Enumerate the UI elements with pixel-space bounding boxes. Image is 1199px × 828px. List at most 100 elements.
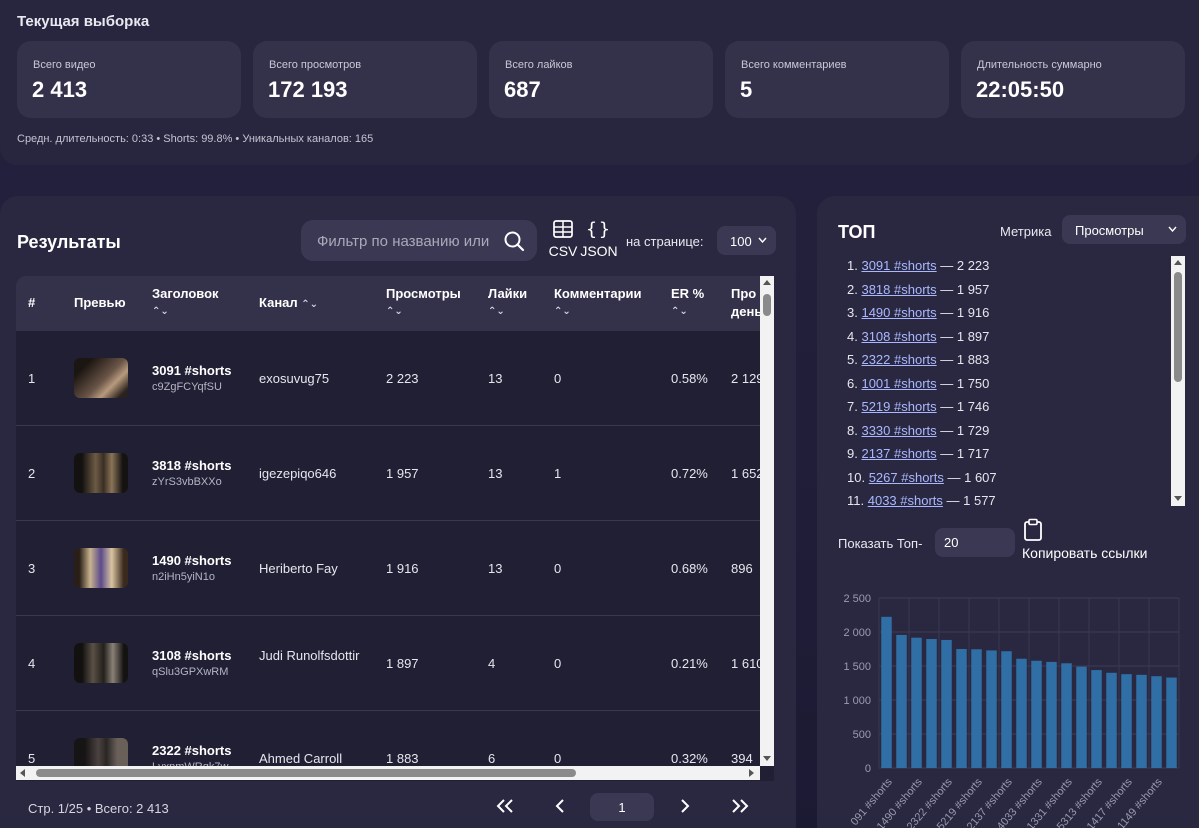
chart-bar[interactable] bbox=[1106, 672, 1117, 768]
y-tick-label: 500 bbox=[853, 729, 871, 741]
top-video-link[interactable]: 1001 #shorts bbox=[861, 376, 936, 391]
comments-value: 0 bbox=[554, 751, 562, 766]
top-list-item: 8. 3330 #shorts — 1 729 bbox=[847, 423, 989, 438]
sort-icon: ⌃⌄ bbox=[554, 306, 571, 317]
stat-label: Всего видео bbox=[33, 59, 96, 71]
search-icon[interactable] bbox=[503, 230, 525, 252]
chart-bar[interactable] bbox=[1121, 674, 1132, 768]
y-tick-label: 1 500 bbox=[843, 661, 871, 673]
page-number-input[interactable] bbox=[590, 793, 654, 821]
scroll-up-arrow-icon[interactable] bbox=[763, 280, 771, 285]
col-channel[interactable]: Канал ⌃⌄ bbox=[259, 294, 318, 314]
thumbnail[interactable] bbox=[74, 453, 128, 493]
col-title[interactable]: Заголовок ⌃⌄ bbox=[152, 285, 219, 321]
chart-bar[interactable] bbox=[911, 637, 922, 768]
thumbnail[interactable] bbox=[74, 358, 128, 398]
scroll-down-arrow-icon[interactable] bbox=[1174, 496, 1182, 501]
top-video-link[interactable]: 3818 #shorts bbox=[861, 282, 936, 297]
top-value: — 1 729 bbox=[936, 422, 990, 438]
col-er[interactable]: ER % ⌃⌄ bbox=[671, 285, 704, 321]
stat-card-comments: Всего комментариев 5 bbox=[725, 41, 949, 118]
show-top-input[interactable] bbox=[935, 528, 1015, 557]
top-list-item: 7. 5219 #shorts — 1 746 bbox=[847, 399, 989, 414]
filter-input[interactable] bbox=[317, 230, 499, 252]
top-video-link[interactable]: 5219 #shorts bbox=[861, 399, 936, 414]
chart-bar[interactable] bbox=[1091, 670, 1102, 768]
copy-links-button[interactable]: Копировать ссылки bbox=[1022, 518, 1172, 564]
sort-icon: ⌃⌄ bbox=[301, 299, 319, 310]
col-comments[interactable]: Комментарии ⌃⌄ bbox=[554, 285, 642, 321]
er-value: 0.72% bbox=[671, 466, 708, 481]
scroll-up-arrow-icon[interactable] bbox=[1174, 260, 1182, 265]
top-list-scrollbar[interactable] bbox=[1171, 256, 1185, 506]
chart-bar[interactable] bbox=[1031, 660, 1042, 768]
top-video-link[interactable]: 3108 #shorts bbox=[861, 329, 936, 344]
chart-bar[interactable] bbox=[896, 634, 907, 768]
chart-bar[interactable] bbox=[1046, 661, 1057, 768]
last-page-button[interactable] bbox=[725, 793, 755, 823]
top-list-item: 3. 1490 #shorts — 1 916 bbox=[847, 305, 989, 320]
thumbnail[interactable] bbox=[74, 548, 128, 588]
chart-bar[interactable] bbox=[956, 649, 967, 768]
top-value: — 1 607 bbox=[943, 469, 997, 485]
next-page-button[interactable] bbox=[670, 793, 700, 823]
table-row[interactable]: 4 3108 #shorts qSlu3GPXwRM Judi Runolfsd… bbox=[16, 616, 764, 711]
col-num: # bbox=[28, 295, 36, 310]
top-video-link[interactable]: 4033 #shorts bbox=[868, 493, 943, 508]
stat-value: 2 413 bbox=[32, 77, 88, 102]
chart-bar[interactable] bbox=[1136, 674, 1147, 768]
chart-bar[interactable] bbox=[941, 639, 952, 768]
top-value: — 1 750 bbox=[936, 375, 990, 391]
chevron-left-icon bbox=[555, 799, 564, 813]
scrollbar-thumb[interactable] bbox=[36, 769, 576, 777]
row-title-cell: 3108 #shorts qSlu3GPXwRM bbox=[152, 648, 232, 678]
top-title: ТОП bbox=[838, 222, 876, 242]
chart-bar[interactable] bbox=[1076, 666, 1087, 768]
metric-select[interactable]: Просмотры bbox=[1062, 215, 1186, 244]
top-value: — 1 746 bbox=[936, 399, 990, 414]
chart-bar[interactable] bbox=[926, 639, 937, 768]
scrollbar-thumb[interactable] bbox=[763, 294, 771, 316]
video-title: 1490 #shorts bbox=[152, 553, 232, 568]
per-page-select[interactable]: 100 bbox=[717, 226, 776, 255]
scroll-right-arrow-icon[interactable] bbox=[749, 769, 754, 777]
thumbnail[interactable] bbox=[74, 643, 128, 683]
col-likes[interactable]: Лайки ⌃⌄ bbox=[488, 285, 527, 321]
top-video-link[interactable]: 3330 #shorts bbox=[861, 423, 936, 438]
chart-bar[interactable] bbox=[881, 616, 892, 768]
chart-bar[interactable] bbox=[986, 650, 997, 768]
chart-bar[interactable] bbox=[1151, 676, 1162, 768]
pagination-info: Стр. 1/25 • Всего: 2 413 bbox=[28, 801, 169, 816]
table-horizontal-scrollbar[interactable] bbox=[16, 766, 760, 780]
likes-value: 4 bbox=[488, 656, 496, 671]
chart-bar[interactable] bbox=[1016, 658, 1027, 768]
top-value: — 1 883 bbox=[936, 352, 990, 367]
top-video-link[interactable]: 2137 #shorts bbox=[861, 446, 936, 461]
sort-icon: ⌃⌄ bbox=[386, 306, 403, 317]
top-video-link[interactable]: 5267 #shorts bbox=[869, 470, 944, 485]
scroll-down-arrow-icon[interactable] bbox=[763, 756, 771, 761]
chart-bar[interactable] bbox=[971, 649, 982, 768]
scrollbar-thumb[interactable] bbox=[1174, 272, 1182, 382]
export-json-button[interactable]: {} JSON bbox=[577, 218, 621, 264]
views-value: 1 916 bbox=[386, 561, 419, 576]
scroll-left-arrow-icon[interactable] bbox=[20, 769, 25, 777]
chart-bar[interactable] bbox=[1166, 677, 1177, 768]
prev-page-button[interactable] bbox=[545, 793, 575, 823]
first-page-button[interactable] bbox=[490, 793, 520, 823]
top-video-link[interactable]: 1490 #shorts bbox=[861, 305, 936, 320]
table-vertical-scrollbar[interactable] bbox=[760, 276, 774, 766]
table-row[interactable]: 1 3091 #shorts c9ZgFCYqfSU exosuvug75 2 … bbox=[16, 331, 764, 426]
chart-bar[interactable] bbox=[1001, 651, 1012, 768]
views-value: 2 223 bbox=[386, 371, 419, 386]
top-list-item: 6. 1001 #shorts — 1 750 bbox=[847, 376, 989, 391]
col-views[interactable]: Просмотры ⌃⌄ bbox=[386, 285, 461, 321]
table-row[interactable]: 2 3818 #shorts zYrS3vbBXXo igezepiqo646 … bbox=[16, 426, 764, 521]
comments-value: 0 bbox=[554, 656, 562, 671]
top-video-link[interactable]: 2322 #shorts bbox=[861, 352, 936, 367]
top-rank: 4. bbox=[847, 328, 858, 344]
row-num: 3 bbox=[28, 561, 36, 576]
chart-bar[interactable] bbox=[1061, 663, 1072, 768]
table-row[interactable]: 3 1490 #shorts n2iHn5yiN1o Heriberto Fay… bbox=[16, 521, 760, 616]
top-video-link[interactable]: 3091 #shorts bbox=[861, 258, 936, 273]
